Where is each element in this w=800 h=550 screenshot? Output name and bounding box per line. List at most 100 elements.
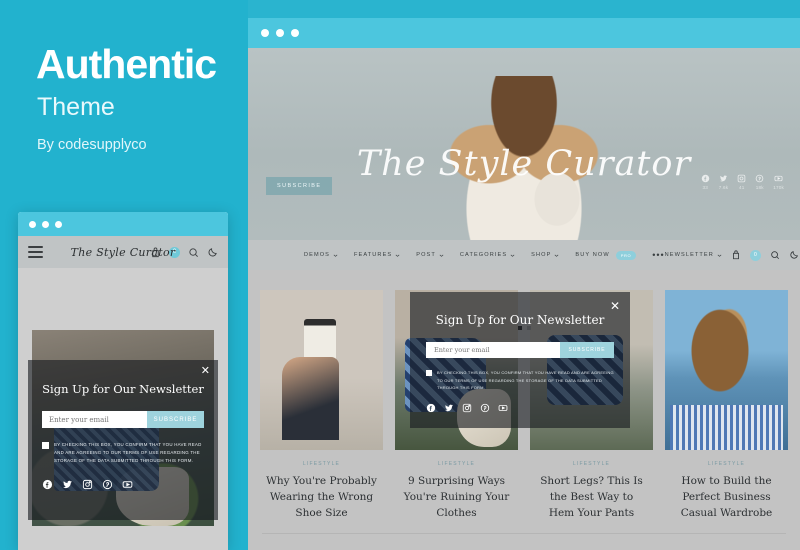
nav-item-demos[interactable]: DEMOS <box>304 252 338 258</box>
nav-label: CATEGORIES <box>459 252 508 258</box>
youtube-icon[interactable] <box>122 479 133 490</box>
nav-label: NEWSLETTER <box>664 252 714 258</box>
nav-more-button[interactable]: ••• <box>652 250 664 260</box>
moon-icon[interactable] <box>207 247 218 258</box>
newsletter-form: SUBSCRIBE <box>426 342 614 358</box>
window-dot-close[interactable] <box>261 29 269 37</box>
browser-viewport: SUBSCRIBE The Style Curator 33 7.6k 41 1… <box>248 48 800 550</box>
close-icon[interactable]: ✕ <box>201 366 210 377</box>
hero-social-counters: 33 7.6k 41 18k 170k <box>701 174 784 190</box>
window-dot-maximize[interactable] <box>55 220 62 228</box>
pinterest-icon <box>755 174 764 183</box>
subscribe-button[interactable]: SUBSCRIBE <box>560 342 614 358</box>
nav-item-categories[interactable]: CATEGORIES <box>460 252 515 258</box>
post-title[interactable]: Short Legs? This Is the Best Way to Hem … <box>530 474 653 521</box>
page-title: Authentic <box>36 41 217 87</box>
email-field[interactable] <box>426 342 560 358</box>
promo-subtitle: Theme <box>37 93 115 121</box>
email-field[interactable] <box>42 411 147 428</box>
post-category[interactable]: LIFESTYLE <box>260 461 383 467</box>
subscribe-button[interactable]: SUBSCRIBE <box>147 411 204 428</box>
twitter-icon[interactable] <box>444 403 454 413</box>
pinterest-icon[interactable] <box>102 479 113 490</box>
nav-label: DEMOS <box>304 252 331 258</box>
nav-label: FEATURES <box>354 252 393 258</box>
site-logo[interactable]: The Style Curator <box>357 144 691 184</box>
window-dot-maximize[interactable] <box>291 29 299 37</box>
nav-label: POST <box>416 252 436 258</box>
nav-label: SHOP <box>531 252 552 258</box>
post-title[interactable]: 9 Surprising Ways You're Ruining Your Cl… <box>395 474 518 521</box>
cart-count-badge: 0 <box>749 249 761 261</box>
window-dot-close[interactable] <box>29 220 36 228</box>
post-category[interactable]: LIFESTYLE <box>530 461 653 467</box>
post-thumbnail[interactable] <box>260 290 383 450</box>
desktop-preview-window: SUBSCRIBE The Style Curator 33 7.6k 41 1… <box>248 18 800 550</box>
consent-checkbox[interactable] <box>426 370 432 376</box>
mobile-window-titlebar <box>18 212 228 236</box>
newsletter-popup: ✕ Sign Up for Our Newsletter SUBSCRIBE B… <box>410 292 630 428</box>
youtube-count: 170k <box>773 185 784 190</box>
newsletter-title: Sign Up for Our Newsletter <box>435 313 605 327</box>
facebook-count: 33 <box>702 185 708 190</box>
main-navigation: DEMOS FEATURES POST CATEGORIES SHOP BUY … <box>248 240 800 270</box>
post-title[interactable]: How to Build the Perfect Business Casual… <box>665 474 788 521</box>
post-thumbnail[interactable] <box>665 290 788 450</box>
search-icon[interactable] <box>770 250 780 260</box>
nav-label: BUY NOW <box>575 252 610 258</box>
nav-item-buy-now[interactable]: BUY NOW PRO <box>575 250 637 260</box>
moon-icon[interactable] <box>789 250 799 260</box>
hero-section: SUBSCRIBE The Style Curator 33 7.6k 41 1… <box>248 48 800 240</box>
post-category[interactable]: LIFESTYLE <box>665 461 788 467</box>
facebook-icon <box>701 174 710 183</box>
twitter-icon[interactable] <box>62 479 73 490</box>
social-youtube[interactable]: 170k <box>773 174 784 190</box>
newsletter-form: SUBSCRIBE <box>42 411 204 428</box>
hero-subscribe-button[interactable]: SUBSCRIBE <box>266 177 333 195</box>
browser-titlebar <box>248 18 800 48</box>
hamburger-icon[interactable] <box>28 246 43 258</box>
nav-utility-icons: NEWSLETTER 0 <box>665 249 799 261</box>
social-facebook[interactable]: 33 <box>701 174 710 190</box>
facebook-icon[interactable] <box>426 403 436 413</box>
instagram-icon[interactable] <box>82 479 93 490</box>
consent-text: BY CHECKING THIS BOX, YOU CONFIRM THAT Y… <box>437 370 614 391</box>
mobile-viewport: The Style Curator 0 ✕ Sign Up for Our Ne… <box>18 236 228 550</box>
newsletter-title: Sign Up for Our Newsletter <box>42 382 204 396</box>
consent-checkbox[interactable] <box>42 442 49 449</box>
nav-item-newsletter[interactable]: NEWSLETTER <box>665 252 722 258</box>
twitter-count: 7.6k <box>718 185 729 190</box>
post-title[interactable]: Why You're Probably Wearing the Wrong Sh… <box>260 474 383 521</box>
nav-item-post[interactable]: POST <box>416 252 444 258</box>
social-instagram[interactable]: 41 <box>737 174 746 190</box>
instagram-icon[interactable] <box>462 403 472 413</box>
facebook-icon[interactable] <box>42 479 53 490</box>
post-category[interactable]: LIFESTYLE <box>395 461 518 467</box>
social-pinterest[interactable]: 18k <box>755 174 764 190</box>
search-icon[interactable] <box>188 247 199 258</box>
chevron-down-icon <box>717 253 722 258</box>
nav-links: DEMOS FEATURES POST CATEGORIES SHOP BUY … <box>304 250 665 260</box>
window-dot-minimize[interactable] <box>276 29 284 37</box>
mobile-site-logo[interactable]: The Style Curator <box>71 246 176 259</box>
mobile-newsletter-popup: ✕ Sign Up for Our Newsletter SUBSCRIBE B… <box>28 360 218 520</box>
pinterest-icon[interactable] <box>480 403 490 413</box>
window-dot-minimize[interactable] <box>42 220 49 228</box>
social-links <box>42 479 218 490</box>
pinterest-count: 18k <box>755 185 764 190</box>
chevron-down-icon <box>554 253 559 258</box>
consent-text: BY CHECKING THIS BOX, YOU CONFIRM THAT Y… <box>54 442 202 464</box>
cart-icon[interactable] <box>731 250 741 260</box>
chevron-down-icon <box>439 253 444 258</box>
youtube-icon <box>774 174 783 183</box>
nav-item-features[interactable]: FEATURES <box>354 252 400 258</box>
social-twitter[interactable]: 7.6k <box>719 174 728 190</box>
instagram-count: 41 <box>738 185 745 190</box>
nav-badge: PRO <box>615 250 637 260</box>
mobile-preview-window: The Style Curator 0 ✕ Sign Up for Our Ne… <box>18 212 228 550</box>
nav-item-shop[interactable]: SHOP <box>531 252 559 258</box>
mobile-site-header: The Style Curator 0 <box>18 236 228 268</box>
youtube-icon[interactable] <box>498 403 508 413</box>
social-links <box>426 403 630 413</box>
close-icon[interactable]: ✕ <box>610 300 620 312</box>
